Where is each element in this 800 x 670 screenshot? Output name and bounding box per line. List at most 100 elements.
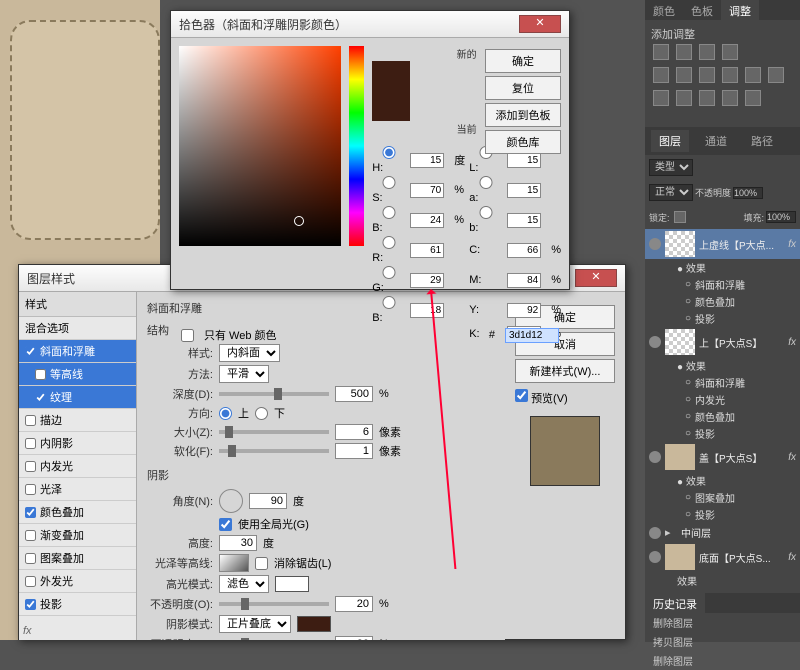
a-input[interactable] (507, 183, 541, 198)
size-input[interactable] (335, 424, 373, 440)
preview-checkbox[interactable] (515, 389, 528, 402)
add-swatch-button[interactable]: 添加到色板 (485, 103, 561, 127)
layer-thumbnail[interactable] (665, 231, 695, 257)
highlight-opacity-input[interactable] (335, 596, 373, 612)
radio-b-rgb[interactable] (372, 296, 406, 309)
effect-bevel[interactable]: 斜面和浮雕 (645, 374, 800, 391)
angle-input[interactable] (249, 493, 287, 509)
style-opt-outer-glow[interactable]: 外发光 (19, 570, 136, 593)
adjust-brightness-icon[interactable] (653, 44, 669, 60)
style-opt-color-overlay[interactable]: 颜色叠加 (19, 501, 136, 524)
effect-pattern-overlay[interactable]: 图案叠加 (645, 489, 800, 506)
blend-mode-select[interactable]: 正常 (649, 184, 693, 201)
hex-input[interactable] (505, 328, 559, 343)
fill-input[interactable] (766, 211, 796, 223)
soften-input[interactable] (335, 443, 373, 459)
layer-item[interactable]: 底面【P大点S... fx (645, 542, 800, 572)
adjust-levels-icon[interactable] (676, 44, 692, 60)
blend-options-row[interactable]: 混合选项 (19, 317, 136, 340)
style-opt-drop-shadow[interactable]: 投影 (19, 593, 136, 616)
shadow-color-swatch[interactable] (297, 616, 331, 632)
layer-thumbnail[interactable] (665, 544, 695, 570)
size-slider[interactable] (219, 430, 329, 434)
style-opt-inner-glow[interactable]: 内发光 (19, 455, 136, 478)
layer-kind-select[interactable]: 类型 (649, 159, 693, 176)
checkbox-inner-shadow[interactable] (25, 438, 36, 449)
adjust-invert-icon[interactable] (653, 90, 669, 106)
checkbox-pattern-overlay[interactable] (25, 553, 36, 564)
depth-input[interactable] (335, 386, 373, 402)
checkbox-stroke[interactable] (25, 415, 36, 426)
checkbox-gradient-overlay[interactable] (25, 530, 36, 541)
shadow-opacity-input[interactable] (335, 636, 373, 640)
highlight-color-swatch[interactable] (275, 576, 309, 592)
shadow-mode-select[interactable]: 正片叠底 (219, 615, 291, 633)
close-button[interactable]: ✕ (575, 269, 617, 287)
radio-r[interactable] (372, 236, 406, 249)
effect-bevel[interactable]: 斜面和浮雕 (645, 276, 800, 293)
effects-header[interactable]: ● 效果 (645, 259, 800, 276)
effect-color-overlay[interactable]: 颜色叠加 (645, 293, 800, 310)
checkbox-bevel[interactable] (25, 346, 36, 357)
style-opt-contour[interactable]: 等高线 (19, 363, 136, 386)
style-opt-pattern-overlay[interactable]: 图案叠加 (19, 547, 136, 570)
visibility-icon[interactable] (649, 451, 661, 463)
color-field[interactable] (179, 46, 341, 246)
angle-dial[interactable] (219, 489, 243, 513)
b-rgb-input[interactable] (410, 303, 444, 318)
adjust-gradient-map-icon[interactable] (722, 90, 738, 106)
new-style-button[interactable]: 新建样式(W)... (515, 359, 615, 383)
layer-thumbnail[interactable] (665, 444, 695, 470)
depth-slider[interactable] (219, 392, 329, 396)
radio-h[interactable] (372, 146, 406, 159)
radio-s[interactable] (372, 176, 406, 189)
adjust-posterize-icon[interactable] (676, 90, 692, 106)
fx-badge[interactable]: fx (788, 239, 796, 250)
adjust-exposure-icon[interactable] (722, 44, 738, 60)
effects-header[interactable]: ● 效果 (645, 472, 800, 489)
adjust-hue-icon[interactable] (676, 67, 692, 83)
close-button[interactable]: ✕ (519, 15, 561, 33)
radio-lab-b[interactable] (469, 206, 503, 219)
adjust-bw-icon[interactable] (699, 67, 715, 83)
visibility-icon[interactable] (649, 551, 661, 563)
fx-badge[interactable]: fx (788, 552, 796, 563)
radio-g[interactable] (372, 266, 406, 279)
checkbox-drop-shadow[interactable] (25, 599, 36, 610)
fx-badge[interactable]: fx (788, 452, 796, 463)
adjust-curves-icon[interactable] (699, 44, 715, 60)
adjust-selective-icon[interactable] (745, 90, 761, 106)
dialog-titlebar[interactable]: 拾色器（斜面和浮雕阴影颜色） ✕ (171, 11, 569, 38)
effects-header[interactable]: 效果 (645, 572, 800, 589)
effects-header[interactable]: ● 效果 (645, 357, 800, 374)
reset-button[interactable]: 复位 (485, 76, 561, 100)
effect-color-overlay[interactable]: 颜色叠加 (645, 408, 800, 425)
tab-history[interactable]: 历史记录 (645, 593, 705, 613)
adjust-channel-mixer-icon[interactable] (745, 67, 761, 83)
adjust-photo-filter-icon[interactable] (722, 67, 738, 83)
radio-b[interactable] (372, 206, 406, 219)
global-light-checkbox[interactable] (219, 518, 232, 531)
tab-swatches[interactable]: 色板 (683, 0, 721, 20)
lab-b-input[interactable] (507, 213, 541, 228)
altitude-input[interactable] (219, 535, 257, 551)
only-web-checkbox[interactable] (181, 329, 194, 342)
checkbox-color-overlay[interactable] (25, 507, 36, 518)
style-opt-gradient-overlay[interactable]: 渐变叠加 (19, 524, 136, 547)
fx-badge[interactable]: fx (788, 337, 796, 348)
layer-thumbnail[interactable] (665, 329, 695, 355)
visibility-icon[interactable] (649, 527, 661, 539)
effect-inner-glow[interactable]: 内发光 (645, 391, 800, 408)
effect-drop-shadow[interactable]: 投影 (645, 506, 800, 523)
checkbox-inner-glow[interactable] (25, 461, 36, 472)
tab-channels[interactable]: 通道 (697, 130, 735, 152)
tab-adjust[interactable]: 调整 (721, 0, 759, 20)
checkbox-outer-glow[interactable] (25, 576, 36, 587)
technique-select[interactable]: 平滑 (219, 365, 269, 383)
adjust-vibrance-icon[interactable] (653, 67, 669, 83)
checkbox-satin[interactable] (25, 484, 36, 495)
checkbox-texture[interactable] (35, 392, 46, 403)
opacity-input[interactable] (733, 187, 763, 199)
direction-up-radio[interactable] (219, 407, 232, 420)
lock-pixels-icon[interactable] (674, 211, 686, 223)
